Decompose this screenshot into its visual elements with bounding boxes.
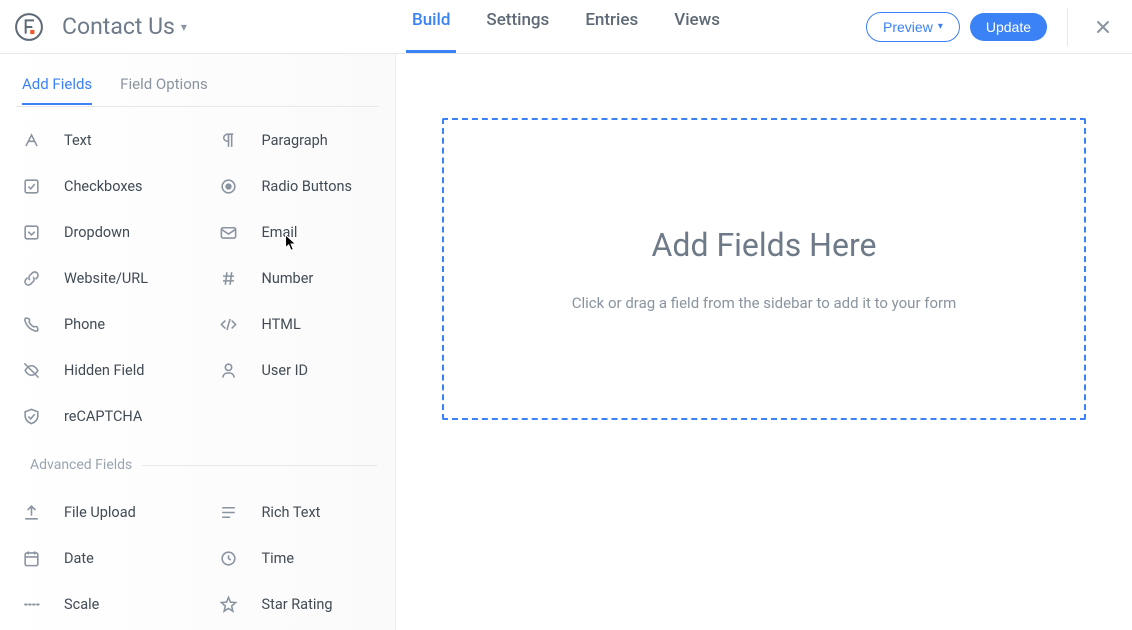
user-icon <box>216 361 242 380</box>
hidden-icon <box>18 361 44 380</box>
dropzone-subtitle: Click or drag a field from the sidebar t… <box>572 294 957 312</box>
main-content: Add Fields Field Options Text Paragraph … <box>0 54 1132 630</box>
email-icon <box>216 223 242 242</box>
phone-icon <box>18 315 44 334</box>
dropzone[interactable]: Add Fields Here Click or drag a field fr… <box>442 118 1086 420</box>
field-label: File Upload <box>64 504 136 521</box>
app-header: Contact Us ▾ Build Settings Entries View… <box>0 0 1132 54</box>
preview-button[interactable]: Preview ▾ <box>866 12 960 42</box>
paragraph-icon <box>216 131 242 150</box>
field-email[interactable]: Email <box>198 209 396 255</box>
field-label: reCAPTCHA <box>64 408 142 425</box>
upload-icon <box>18 503 44 522</box>
form-title-label: Contact Us <box>62 13 175 40</box>
section-label: Advanced Fields <box>30 457 132 473</box>
rich-text-icon <box>216 503 242 522</box>
field-html[interactable]: HTML <box>198 301 396 347</box>
field-date[interactable]: Date <box>0 535 198 581</box>
code-icon <box>216 315 242 334</box>
field-label: Phone <box>64 316 105 333</box>
field-label: Scale <box>64 596 99 613</box>
chevron-down-icon: ▾ <box>938 21 943 32</box>
chevron-down-icon: ▾ <box>181 20 187 34</box>
clock-icon <box>216 549 242 568</box>
field-website-url[interactable]: Website/URL <box>0 255 198 301</box>
scale-icon <box>18 595 44 614</box>
vertical-divider <box>1067 8 1068 46</box>
field-radio-buttons[interactable]: Radio Buttons <box>198 163 396 209</box>
sidebar: Add Fields Field Options Text Paragraph … <box>0 54 396 630</box>
field-label: User ID <box>262 362 309 379</box>
field-label: Dropdown <box>64 224 130 241</box>
field-recaptcha[interactable]: reCAPTCHA <box>0 393 198 439</box>
field-number[interactable]: Number <box>198 255 396 301</box>
update-button[interactable]: Update <box>970 13 1047 41</box>
advanced-fields-grid: File Upload Rich Text Date Time Scale St… <box>0 479 395 627</box>
sidebar-tab-field-options[interactable]: Field Options <box>120 75 208 105</box>
checkbox-icon <box>18 177 44 196</box>
field-label: Radio Buttons <box>262 178 353 195</box>
field-label: Checkboxes <box>64 178 143 195</box>
star-icon <box>216 595 242 614</box>
field-rich-text[interactable]: Rich Text <box>198 489 396 535</box>
field-label: Time <box>262 550 295 567</box>
tab-views[interactable]: Views <box>656 0 738 53</box>
field-scale[interactable]: Scale <box>0 581 198 627</box>
app-logo <box>14 12 44 42</box>
field-label: Hidden Field <box>64 362 144 379</box>
text-icon <box>18 131 44 150</box>
field-label: Email <box>262 224 298 241</box>
field-dropdown[interactable]: Dropdown <box>0 209 198 255</box>
divider <box>142 465 377 466</box>
radio-icon <box>216 177 242 196</box>
link-icon <box>18 269 44 288</box>
field-star-rating[interactable]: Star Rating <box>198 581 396 627</box>
field-time[interactable]: Time <box>198 535 396 581</box>
field-label: Text <box>64 132 92 149</box>
close-button[interactable] <box>1088 12 1118 42</box>
field-label: Website/URL <box>64 270 148 287</box>
field-hidden[interactable]: Hidden Field <box>0 347 198 393</box>
sidebar-tab-add-fields[interactable]: Add Fields <box>22 75 92 105</box>
dropzone-title: Add Fields Here <box>652 226 877 264</box>
field-label: Star Rating <box>262 596 333 613</box>
field-file-upload[interactable]: File Upload <box>0 489 198 535</box>
advanced-fields-header: Advanced Fields <box>0 447 395 479</box>
sidebar-tabs: Add Fields Field Options <box>0 54 395 106</box>
form-title-dropdown[interactable]: Contact Us ▾ <box>62 13 187 40</box>
field-label: Date <box>64 550 94 567</box>
field-text[interactable]: Text <box>0 117 198 163</box>
field-phone[interactable]: Phone <box>0 301 198 347</box>
main-tabs: Build Settings Entries Views <box>394 0 738 53</box>
tab-settings[interactable]: Settings <box>468 0 567 53</box>
field-checkboxes[interactable]: Checkboxes <box>0 163 198 209</box>
dropdown-icon <box>18 223 44 242</box>
field-label: HTML <box>262 316 301 333</box>
field-label: Rich Text <box>262 504 321 521</box>
tab-build[interactable]: Build <box>394 0 468 53</box>
field-label: Paragraph <box>262 132 328 149</box>
field-paragraph[interactable]: Paragraph <box>198 117 396 163</box>
field-label: Number <box>262 270 314 287</box>
field-user-id[interactable]: User ID <box>198 347 396 393</box>
hash-icon <box>216 269 242 288</box>
calendar-icon <box>18 549 44 568</box>
tab-entries[interactable]: Entries <box>567 0 656 53</box>
close-icon <box>1094 18 1112 36</box>
form-canvas: Add Fields Here Click or drag a field fr… <box>396 54 1132 630</box>
header-actions: Preview ▾ Update <box>866 8 1118 46</box>
shield-icon <box>18 407 44 426</box>
basic-fields-grid: Text Paragraph Checkboxes Radio Buttons … <box>0 107 395 439</box>
